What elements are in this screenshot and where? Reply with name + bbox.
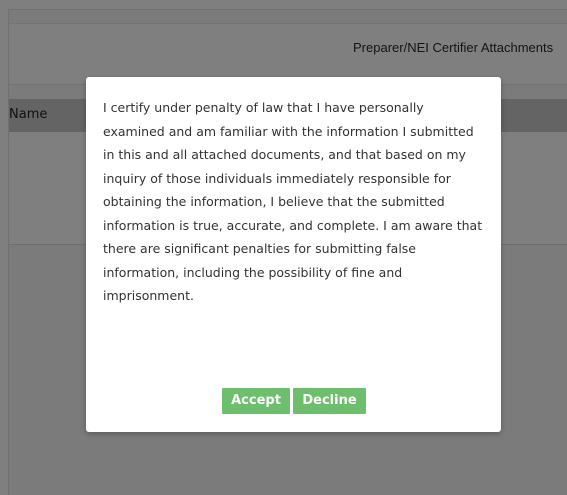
accept-button[interactable]: Accept: [222, 388, 290, 414]
dialog-actions: Accept Decline: [222, 388, 366, 414]
certification-text: I certify under penalty of law that I ha…: [103, 100, 483, 303]
certification-dialog: I certify under penalty of law that I ha…: [86, 77, 501, 432]
decline-button[interactable]: Decline: [293, 388, 366, 414]
